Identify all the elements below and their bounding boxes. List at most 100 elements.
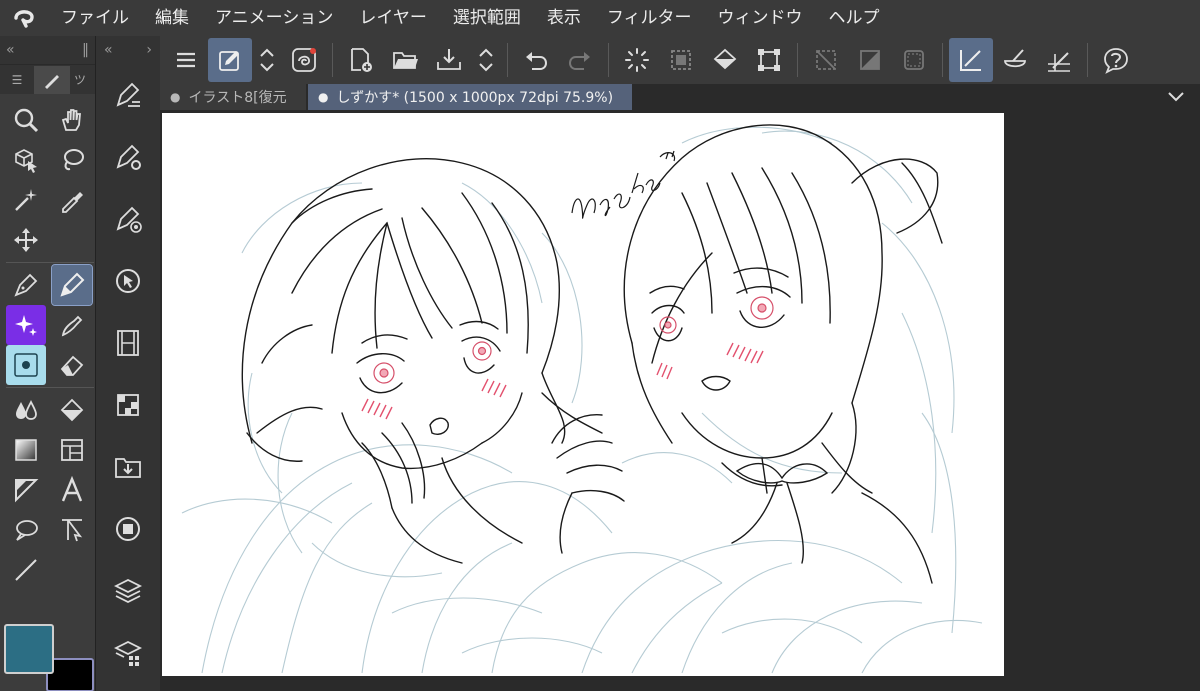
app-logo-icon[interactable]: [0, 0, 48, 36]
transform-button[interactable]: [747, 38, 791, 82]
invert-selection-icon: [860, 50, 880, 70]
up-down-chevron-icon: [260, 48, 274, 72]
brush-size-panel-button[interactable]: [96, 188, 160, 250]
fill-tool[interactable]: [52, 390, 92, 430]
edit-pen-icon: [219, 51, 239, 71]
canvas-area[interactable]: [160, 110, 1200, 691]
document-tab-2[interactable]: ● しずかす* (1500 x 1000px 72dpi 75.9%): [308, 84, 632, 110]
line-art-illustration: [181, 124, 983, 674]
selection-frame-icon: [904, 50, 924, 70]
menu-selection[interactable]: 選択範囲: [440, 0, 534, 36]
main-color-swatch[interactable]: [4, 624, 54, 674]
auto-select-tool[interactable]: [6, 180, 46, 220]
fill-selection-button[interactable]: [703, 38, 747, 82]
correct-line-tool[interactable]: [52, 510, 92, 550]
snap-to-grid-button[interactable]: [1037, 38, 1081, 82]
object-tool[interactable]: [6, 140, 46, 180]
move-tool[interactable]: [6, 220, 46, 260]
help-button[interactable]: [1094, 38, 1138, 82]
layer-property-panel-button[interactable]: [96, 498, 160, 560]
collapse-left-icon[interactable]: «: [6, 42, 15, 58]
ruler-tool[interactable]: [6, 470, 46, 510]
menu-layer[interactable]: レイヤー: [346, 0, 440, 36]
invert-selection-button[interactable]: [848, 38, 892, 82]
menu-view[interactable]: 表示: [534, 0, 594, 36]
panel-column-header: « ›: [96, 36, 160, 64]
tool-settings-icon: [116, 144, 141, 170]
menu-animation[interactable]: アニメーション: [202, 0, 346, 36]
clear-selection-icon: [816, 50, 836, 70]
tool-sub-tab[interactable]: ツ: [70, 66, 90, 94]
brush-tool[interactable]: [52, 305, 92, 345]
file-stepper[interactable]: [471, 38, 501, 82]
material-panel-button[interactable]: [96, 374, 160, 436]
text-tool[interactable]: [52, 470, 92, 510]
layer-panel-button[interactable]: [96, 560, 160, 622]
drops-icon: [16, 399, 37, 420]
new-document-icon: [351, 48, 372, 72]
tool-menu-tab[interactable]: ☰: [0, 66, 34, 94]
undo-button[interactable]: [514, 38, 558, 82]
hand-icon: [61, 109, 81, 131]
blend-tool[interactable]: [6, 390, 46, 430]
quick-access-button[interactable]: [208, 38, 252, 82]
save-file-button[interactable]: [427, 38, 471, 82]
hand-tool[interactable]: [52, 100, 92, 140]
cloud-sync-button[interactable]: [282, 38, 326, 82]
quick-access-stepper[interactable]: [252, 38, 282, 82]
tab-list-chevron[interactable]: [1166, 86, 1186, 106]
snap-to-ruler-button[interactable]: [949, 38, 993, 82]
document-tab-1[interactable]: ● イラスト8[復元: [160, 84, 306, 110]
timeline-panel-button[interactable]: [96, 312, 160, 374]
layer-search-icon: [113, 640, 143, 666]
tab-dot: ●: [170, 90, 181, 104]
eraser-tool[interactable]: [52, 345, 92, 385]
import-panel-button[interactable]: [96, 436, 160, 498]
sub-tool-panel-button[interactable]: [96, 64, 160, 126]
eraser-icon: [60, 355, 84, 376]
collapse-panel-icon[interactable]: «: [104, 42, 113, 58]
eyedropper-tool[interactable]: [52, 180, 92, 220]
new-file-button[interactable]: [339, 38, 383, 82]
tool-separator: [6, 262, 94, 263]
lasso-select-tool[interactable]: [52, 140, 92, 180]
drawing-canvas[interactable]: [162, 113, 1004, 676]
balloon-tool[interactable]: [6, 510, 46, 550]
selection-border-button[interactable]: [892, 38, 936, 82]
gradient-tool[interactable]: [6, 430, 46, 470]
pen-nib-icon: [14, 273, 38, 297]
panel-grip-icon[interactable]: ‖: [82, 42, 89, 58]
clear-outside-button[interactable]: [804, 38, 848, 82]
menu-window[interactable]: ウィンドウ: [705, 0, 816, 36]
airbrush-tool[interactable]: [6, 345, 46, 385]
pencil-tool[interactable]: [51, 264, 93, 306]
open-file-button[interactable]: [383, 38, 427, 82]
line-icon: [15, 559, 37, 581]
menu-edit[interactable]: 編集: [142, 0, 202, 36]
layer-search-panel-button[interactable]: [96, 622, 160, 684]
menu-help[interactable]: ヘルプ: [816, 0, 893, 36]
ruler-triangle-icon: [15, 479, 39, 503]
menu-file[interactable]: ファイル: [48, 0, 142, 36]
frame-tool[interactable]: [52, 430, 92, 470]
deselect-button[interactable]: [659, 38, 703, 82]
snap-to-special-ruler-button[interactable]: [993, 38, 1037, 82]
tool-separator: [6, 387, 94, 388]
fill-bucket-icon: [713, 48, 737, 70]
film-strip-icon: [117, 330, 139, 356]
move-arrows-icon: [14, 228, 38, 252]
navigator-panel-button[interactable]: [96, 250, 160, 312]
line-tool[interactable]: [6, 550, 46, 590]
navigator-icon: [116, 269, 140, 293]
brush-decoration-tool[interactable]: [6, 305, 46, 345]
expand-panel-icon[interactable]: ›: [146, 42, 152, 58]
pen-tool[interactable]: [6, 265, 46, 305]
paint-bucket-icon: [60, 398, 84, 422]
tool-pen-tab[interactable]: [34, 65, 70, 94]
main-menu-button[interactable]: [164, 38, 208, 82]
redo-button[interactable]: [558, 38, 602, 82]
tool-property-panel-button[interactable]: [96, 126, 160, 188]
menu-filter[interactable]: フィルター: [594, 0, 705, 36]
tool-tabs: ☰ ツ: [0, 64, 95, 94]
zoom-tool[interactable]: [6, 100, 46, 140]
